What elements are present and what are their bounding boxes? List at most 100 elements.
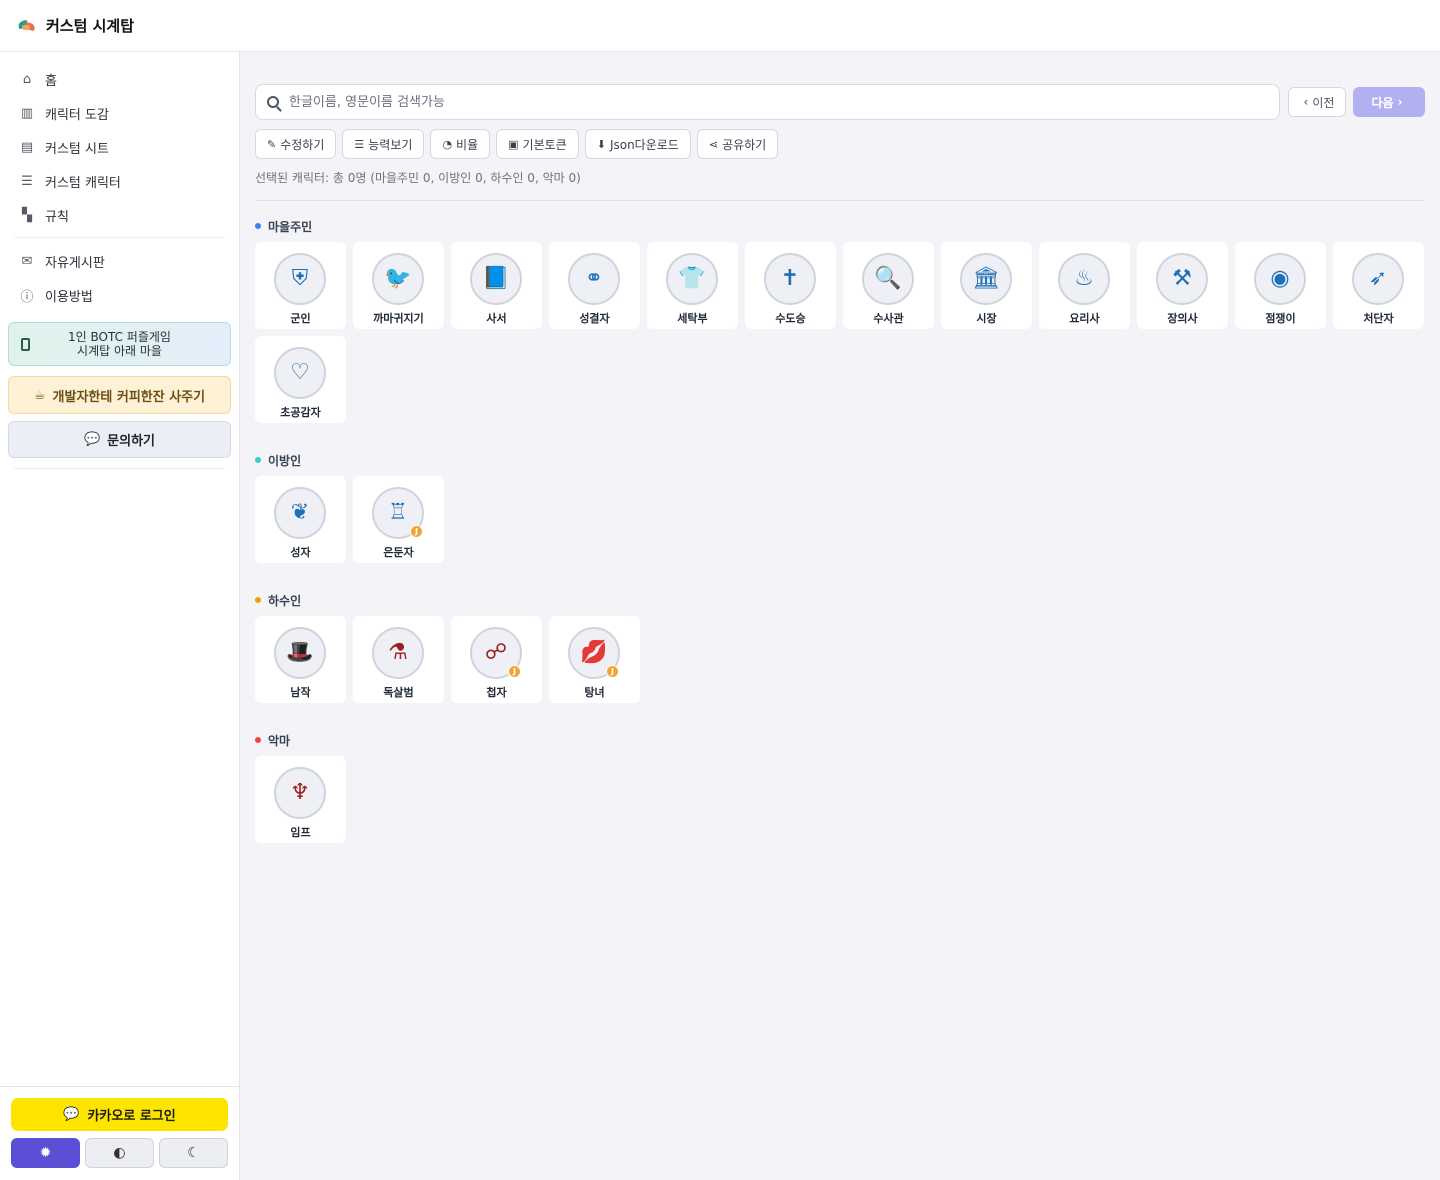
sidebar-footer: 💬 카카오로 로그인 ✹ ◐ ☾ <box>0 1086 239 1180</box>
app-title[interactable]: 커스텀 시계탑 <box>46 15 134 36</box>
next-button[interactable]: 다음 › <box>1353 87 1425 117</box>
character-token: ♡ <box>274 347 326 399</box>
toolbar-button-label: 능력보기 <box>368 137 413 152</box>
character-card[interactable]: 🎩 남작 <box>255 616 346 703</box>
team-dot-icon <box>255 457 261 463</box>
toolbar-button[interactable]: ✎ 수정하기 <box>255 129 337 159</box>
character-token: 📘 <box>470 253 522 305</box>
promo-text: 1인 BOTC 퍼즐게임 시계탑 아래 마을 <box>9 330 230 358</box>
character-section: 악마 ♆ 임프 <box>255 731 1425 843</box>
file-icon: ▤ <box>20 139 34 155</box>
character-token: ♖ J <box>372 487 424 539</box>
character-name: 탕녀 <box>584 686 605 699</box>
magnifier-icon: 🔍 <box>874 266 902 291</box>
jinx-badge: J <box>508 665 521 678</box>
character-card[interactable]: ◉ 점쟁이 <box>1235 242 1326 329</box>
toolbar-button[interactable]: ▣ 기본토큰 <box>496 129 579 159</box>
character-card[interactable]: 🏛 시장 <box>941 242 1032 329</box>
edit-icon: ✎ <box>267 137 277 151</box>
character-name: 까마귀지기 <box>373 312 424 325</box>
character-card[interactable]: ♡ 초공감자 <box>255 336 346 423</box>
character-grid: 🎩 남작 ⚗ 독살범 ☍ J 첩자 💋 J 탕녀 <box>255 616 1431 703</box>
team-dot-icon <box>255 737 261 743</box>
promo-banner[interactable]: 1인 BOTC 퍼즐게임 시계탑 아래 마을 <box>8 322 231 366</box>
kakao-login-button[interactable]: 💬 카카오로 로그인 <box>11 1098 228 1131</box>
lantern-icon: ♖ <box>388 500 408 525</box>
sidebar-item[interactable]: ⓘ 이용방법 <box>8 278 231 312</box>
character-name: 시장 <box>976 312 997 325</box>
search-box[interactable] <box>255 84 1280 120</box>
character-token: 💋 J <box>568 627 620 679</box>
search-input[interactable] <box>289 94 1249 110</box>
character-card[interactable]: ⚗ 독살범 <box>353 616 444 703</box>
top-bar: 커스텀 시계탑 <box>0 0 1440 52</box>
book-icon: 📘 <box>482 266 510 291</box>
heart-icon: ♡ <box>290 360 310 385</box>
theme-auto-button[interactable]: ◐ <box>85 1138 154 1168</box>
mobile-icon <box>21 338 30 351</box>
character-name: 장의사 <box>1167 312 1198 325</box>
rings-icon: ⚭ <box>584 266 604 291</box>
character-name: 성결자 <box>579 312 610 325</box>
sidebar-item[interactable]: ☰ 커스텀 캐릭터 <box>8 164 231 198</box>
dark-mode-icon: ☾ <box>187 1145 200 1161</box>
comment-icon: 💬 <box>83 432 101 447</box>
character-section: 마을주민 ⛨ 군인 🐦 까마귀지기 📘 사서 ⚭ 성결자 👕 세탁부 ✝ 수도승 🔍 수사관 🏛 시장 ♨ 요리사 ⚒… <box>255 217 1425 423</box>
character-card[interactable]: 🐦 까마귀지기 <box>353 242 444 329</box>
character-card[interactable]: ⚒ 장의사 <box>1137 242 1228 329</box>
character-name: 독살범 <box>383 686 414 699</box>
toolbar-button-label: 공유하기 <box>722 137 767 152</box>
logo-icon[interactable] <box>17 19 38 33</box>
character-grid: ⛨ 군인 🐦 까마귀지기 📘 사서 ⚭ 성결자 👕 세탁부 ✝ 수도승 🔍 수사관 🏛 시장 ♨ 요리사 ⚒ 장의사 ◉… <box>255 242 1431 423</box>
spy-icon: ☍ <box>484 640 508 665</box>
character-card[interactable]: ♖ J 은둔자 <box>353 476 444 563</box>
character-card[interactable]: 📘 사서 <box>451 242 542 329</box>
character-card[interactable]: ☍ J 첩자 <box>451 616 542 703</box>
section-title: 이방인 <box>268 453 302 468</box>
sidebar-item[interactable]: ⌂ 홈 <box>8 62 231 96</box>
sidebar-item[interactable]: ▤ 커스텀 시트 <box>8 130 231 164</box>
character-token: ✝ <box>764 253 816 305</box>
promo-line-2: 시계탑 아래 마을 <box>77 344 162 358</box>
prev-button[interactable]: ‹ 이전 <box>1288 87 1346 117</box>
character-card[interactable]: ➶ 처단자 <box>1333 242 1424 329</box>
toolbar-button[interactable]: ⋖ 공유하기 <box>696 129 779 159</box>
sidebar-item-label: 홈 <box>45 73 57 89</box>
character-card[interactable]: ⚭ 성결자 <box>549 242 640 329</box>
character-card[interactable]: ♆ 임프 <box>255 756 346 843</box>
toolbar-button[interactable]: ⬇ Json다운로드 <box>584 129 691 159</box>
sidebar-item[interactable]: ▚ 규칙 <box>8 198 231 232</box>
character-token: ❦ <box>274 487 326 539</box>
character-name: 성자 <box>290 546 311 559</box>
section-title: 악마 <box>268 733 291 748</box>
theme-dark-button[interactable]: ☾ <box>159 1138 228 1168</box>
chevron-left-icon: ‹ <box>1303 95 1309 109</box>
contact-button[interactable]: 💬 문의하기 <box>8 421 231 458</box>
sidebar-divider <box>14 468 225 469</box>
character-card[interactable]: ⛨ 군인 <box>255 242 346 329</box>
character-token: 🏛 <box>960 253 1012 305</box>
character-card[interactable]: 💋 J 탕녀 <box>549 616 640 703</box>
character-name: 첩자 <box>486 686 507 699</box>
sidebar-item[interactable]: ✉ 자유게시판 <box>8 244 231 278</box>
toolbar-button[interactable]: ◔ 비율 <box>430 129 491 159</box>
character-card[interactable]: ♨ 요리사 <box>1039 242 1130 329</box>
character-card[interactable]: ✝ 수도승 <box>745 242 836 329</box>
toolbar-button-label: 비율 <box>456 137 479 152</box>
sidebar-item-label: 이용방법 <box>45 289 93 305</box>
shield-icon: ⛨ <box>291 266 309 291</box>
character-card[interactable]: 👕 세탁부 <box>647 242 738 329</box>
next-label: 다음 <box>1371 95 1394 110</box>
sidebar-item[interactable]: ▥ 캐릭터 도감 <box>8 96 231 130</box>
wings-icon: ❦ <box>290 500 310 525</box>
character-card[interactable]: 🔍 수사관 <box>843 242 934 329</box>
toolbar-button[interactable]: ☰ 능력보기 <box>342 129 425 159</box>
jinx-badge: J <box>606 665 619 678</box>
character-name: 점쟁이 <box>1265 312 1296 325</box>
character-card[interactable]: ❦ 성자 <box>255 476 346 563</box>
sidebar-nav: ⌂ 홈 ▥ 캐릭터 도감 ▤ 커스텀 시트 ☰ 커스텀 캐릭터 ▚ 규칙 <box>0 52 239 232</box>
buy-coffee-button[interactable]: ☕ 개발자한테 커피한잔 사주기 <box>8 376 231 414</box>
chat-bubble-icon: 💬 <box>63 1107 80 1122</box>
theme-light-button[interactable]: ✹ <box>11 1138 80 1168</box>
team-dot-icon <box>255 223 261 229</box>
